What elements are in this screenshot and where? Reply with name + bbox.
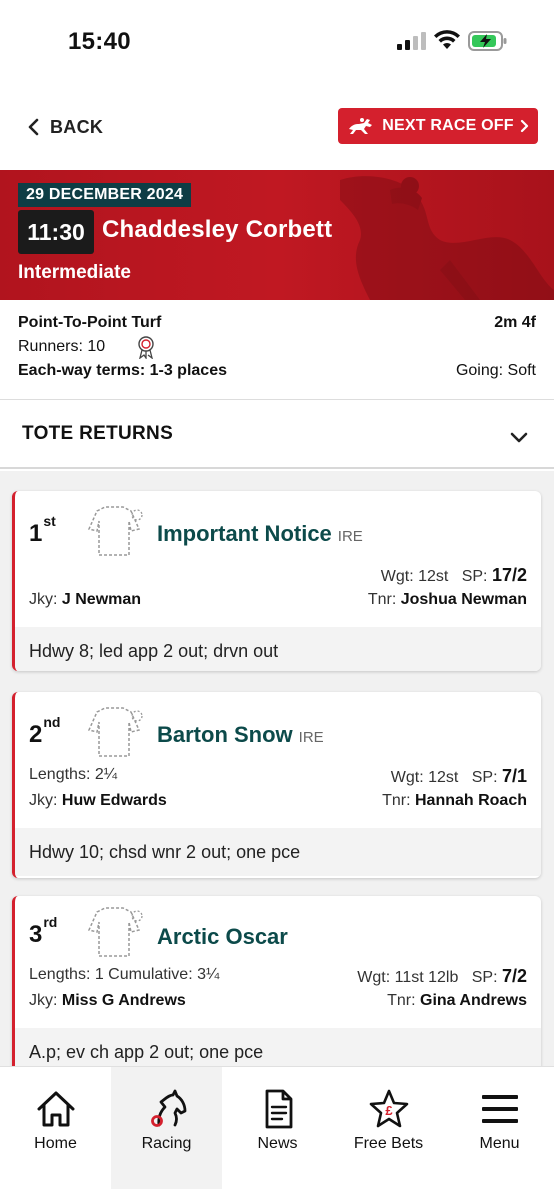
jockey: Jky: J Newman: [29, 591, 142, 608]
nav-news-label: News: [257, 1135, 298, 1152]
jockey-silks-icon: [87, 907, 143, 957]
chevron-right-icon: [520, 119, 528, 133]
chevron-down-icon: [510, 432, 528, 443]
horse-head-icon: [150, 1089, 186, 1127]
next-race-label: NEXT RACE OFF: [382, 117, 514, 134]
hamburger-icon: [481, 1095, 518, 1123]
status-time: 15:40: [68, 28, 131, 55]
bottom-navigation: Home Racing News £ Free Bets Menu: [0, 1066, 554, 1200]
result-card[interactable]: 3rd Arctic Oscar Lengths: 1 Cumulative: …: [12, 896, 541, 1066]
horse-name[interactable]: Important Notice IRE: [157, 521, 363, 547]
cellular-signal-icon: [397, 32, 426, 50]
back-button[interactable]: BACK: [26, 112, 103, 142]
jockey-silks-icon: [87, 506, 143, 556]
lengths: Lengths: 1 Cumulative: 3¼: [29, 966, 220, 983]
jockey-silks-icon: [87, 707, 143, 757]
chevron-left-icon: [28, 118, 39, 136]
result-card[interactable]: 1st Important Notice IRE Wgt: 12st SP: 17…: [12, 491, 541, 671]
nav-free-bets[interactable]: £ Free Bets: [333, 1067, 444, 1189]
svg-text:£: £: [385, 1103, 393, 1118]
race-class: Intermediate: [18, 262, 131, 283]
race-info: Point-To-Point Turf 2m 4f Runners: 10 Ea…: [0, 300, 554, 400]
star-pound-icon: £: [369, 1089, 408, 1128]
wifi-icon: [434, 30, 460, 49]
trainer: Tnr: Joshua Newman: [367, 591, 527, 608]
nav-home-label: Home: [34, 1135, 77, 1152]
weight-sp: Wgt: 12st SP: 17/2: [380, 565, 527, 585]
runners-count: Runners: 10: [18, 338, 106, 355]
race-date-badge: 29 DECEMBER 2024: [18, 183, 192, 207]
race-time-badge: 11:30: [18, 210, 94, 254]
trainer: Tnr: Gina Andrews: [387, 992, 527, 1009]
each-way-terms: Each-way terms: 1-3 places: [18, 362, 227, 379]
back-label: BACK: [50, 116, 104, 137]
horse-name[interactable]: Arctic Oscar: [157, 924, 288, 950]
race-comment: A.p; ev ch app 2 out; one pce: [15, 1028, 541, 1066]
nav-home[interactable]: Home: [0, 1067, 111, 1189]
nav-menu[interactable]: Menu: [444, 1067, 554, 1189]
horse-racing-icon: [349, 118, 373, 134]
tote-returns-label: TOTE RETURNS: [22, 423, 174, 444]
top-navigation: BACK NEXT RACE OFF: [0, 100, 554, 156]
finishing-position: 2nd: [29, 714, 61, 748]
lengths: Lengths: 2¼: [29, 766, 118, 783]
tote-returns-toggle[interactable]: TOTE RETURNS: [0, 401, 554, 469]
jockey: Jky: Miss G Andrews: [29, 992, 186, 1009]
course-name: Chaddesley Corbett: [102, 216, 333, 243]
jockey: Jky: Huw Edwards: [29, 792, 167, 809]
race-distance: 2m 4f: [494, 314, 536, 331]
nav-racing[interactable]: Racing: [111, 1067, 222, 1189]
document-icon: [265, 1089, 292, 1129]
race-type: Point-To-Point Turf: [18, 314, 162, 331]
trainer: Tnr: Hannah Roach: [382, 792, 527, 809]
going: Going: Soft: [455, 362, 536, 379]
home-icon: [37, 1091, 74, 1127]
results-list: 1st Important Notice IRE Wgt: 12st SP: 17…: [0, 471, 554, 1066]
nav-news[interactable]: News: [222, 1067, 333, 1189]
weight-sp: Wgt: 11st 12lb SP: 7/2: [357, 966, 527, 986]
nav-menu-label: Menu: [479, 1135, 520, 1152]
weight-sp: Wgt: 12st SP: 7/1: [390, 766, 527, 786]
race-header: 29 DECEMBER 2024 11:30 Chaddesley Corbet…: [0, 170, 554, 300]
nav-free-bets-label: Free Bets: [353, 1135, 424, 1152]
nav-racing-label: Racing: [141, 1135, 192, 1152]
battery-charging-icon: [468, 31, 507, 51]
race-comment: Hdwy 10; chsd wnr 2 out; one pce: [15, 828, 541, 876]
result-card[interactable]: 2nd Barton Snow IRE Lengths: 2¼ Wgt: 12st…: [12, 692, 541, 878]
status-bar: 15:40: [0, 0, 554, 84]
horse-name[interactable]: Barton Snow IRE: [157, 722, 324, 748]
finishing-position: 3rd: [29, 914, 58, 948]
finishing-position: 1st: [29, 513, 56, 547]
next-race-off-button[interactable]: NEXT RACE OFF: [338, 108, 538, 144]
race-comment: Hdwy 8; led app 2 out; drvn out: [15, 627, 541, 671]
rosette-icon: [138, 336, 154, 359]
